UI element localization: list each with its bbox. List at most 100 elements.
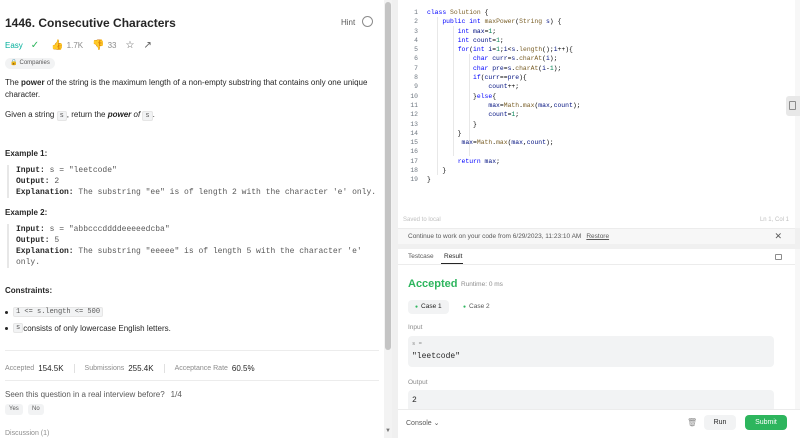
problem-meta: Easy ✓ 👍 1.7K 👎 33 ☆ ↗ xyxy=(5,39,155,51)
explanation-label: Explanation: xyxy=(16,247,74,256)
desc-text: The xyxy=(5,78,22,87)
restore-message: Continue to work on your code from 6/29/… xyxy=(408,233,609,240)
companies-tag[interactable]: 🔒 Companies xyxy=(5,58,55,69)
example-2-box: Input: s = "abbcccddddeeeeedcba" Output:… xyxy=(7,224,384,268)
restore-text: Continue to work on your code from 6/29/… xyxy=(408,233,582,240)
tab-result[interactable]: Result xyxy=(444,253,462,260)
line-number: 6 xyxy=(414,55,418,63)
example-output: 5 xyxy=(54,236,60,245)
console-toggle[interactable]: Console ⌄ xyxy=(406,419,440,427)
submissions-value: 255.4K xyxy=(128,364,154,373)
description-paragraph-1: The power of the string is the maximum l… xyxy=(5,77,377,101)
check-circle-icon: ✓ xyxy=(30,39,40,51)
interview-fraction: 1/4 xyxy=(170,390,182,399)
line-numbers: 1 2 3 4 5 6 7 8 9 10 11 12 13 14 15 16 17 18 19 xyxy=(398,8,418,185)
difficulty-badge: Easy xyxy=(5,40,23,50)
example-1-box: Input: s = "leetcode" Output: 2 Explanat… xyxy=(7,165,376,198)
cursor-position: Ln 1, Col 1 xyxy=(759,217,789,223)
lock-icon: 🔒 xyxy=(10,60,18,66)
line-number: 5 xyxy=(414,46,418,54)
line-number: 7 xyxy=(414,64,418,72)
expand-icon[interactable] xyxy=(775,254,782,260)
code-content[interactable]: class Solution { public int maxPower(Str… xyxy=(427,8,581,185)
example-1-title: Example 1: xyxy=(5,149,48,158)
run-button[interactable]: Run xyxy=(704,415,736,430)
chevron-down-icon: ⌄ xyxy=(433,420,440,427)
desc-italic: of xyxy=(131,110,143,119)
accepted-label: Accepted xyxy=(5,365,35,372)
problem-title: 1446. Consecutive Characters xyxy=(5,16,176,30)
line-number: 13 xyxy=(410,120,418,128)
desc-text: Given a string xyxy=(5,110,57,119)
discussion-header[interactable]: Discussion (1) xyxy=(5,430,49,437)
trash-icon[interactable]: 🗑 xyxy=(687,418,697,427)
tab-testcase[interactable]: Testcase xyxy=(408,253,434,260)
example-explanation: The substring "ee" is of length 2 with t… xyxy=(78,188,377,197)
thumbs-down-icon[interactable]: 👎 xyxy=(92,40,104,51)
stats-separator xyxy=(73,364,75,373)
rate-label: Acceptance Rate xyxy=(174,365,228,372)
rate-value: 60.5% xyxy=(231,364,255,373)
bullet-dot xyxy=(5,326,8,330)
active-tab-underline xyxy=(441,263,463,264)
saved-status: Saved to local xyxy=(403,217,441,223)
constraint-code: 1 <= s.length <= 500 xyxy=(13,307,104,317)
constraint-item: s consists of only lowercase English let… xyxy=(5,323,171,333)
yes-button[interactable]: Yes xyxy=(5,404,23,415)
example-2-title: Example 2: xyxy=(5,208,48,217)
restore-link[interactable]: Restore xyxy=(586,233,609,240)
line-number: 14 xyxy=(410,129,418,137)
pass-dot-icon: ● xyxy=(415,304,419,310)
inline-code: s xyxy=(56,111,67,121)
example-input: s = "abbcccddddeeeeedcba" xyxy=(49,225,170,234)
line-number: 16 xyxy=(410,148,418,156)
description-paragraph-2: Given a string s, return the power of s. xyxy=(5,109,377,122)
hint-button[interactable]: Hint xyxy=(341,18,355,27)
output-label: Output xyxy=(408,379,428,386)
case-2-tab[interactable]: ● Case 2 xyxy=(456,300,497,314)
input-box: s = "leetcode" xyxy=(408,336,774,367)
submissions-label: Submissions xyxy=(84,365,125,372)
line-number: 17 xyxy=(410,157,418,165)
output-value: 2 xyxy=(412,396,417,405)
constraints-title: Constraints: xyxy=(5,286,53,295)
input-label: Input xyxy=(408,324,423,331)
info-icon[interactable] xyxy=(362,16,373,27)
pass-dot-icon: ● xyxy=(463,304,467,310)
close-icon[interactable]: ✕ xyxy=(774,231,782,242)
drag-handle-icon[interactable] xyxy=(591,246,601,248)
line-number: 3 xyxy=(414,27,418,35)
line-number: 4 xyxy=(414,36,418,44)
share-icon[interactable]: ↗ xyxy=(143,40,151,51)
no-button[interactable]: No xyxy=(28,404,44,415)
scroll-down-icon[interactable]: ▼ xyxy=(385,428,391,434)
output-label: Output: xyxy=(16,177,50,186)
divider xyxy=(5,350,379,351)
notes-tab[interactable] xyxy=(786,96,800,116)
description-scrollbar[interactable]: ▼ xyxy=(384,0,392,438)
result-status: Accepted xyxy=(408,278,458,290)
dislikes-count: 33 xyxy=(107,40,117,50)
accepted-value: 154.5K xyxy=(38,364,64,373)
line-number: 19 xyxy=(410,176,418,184)
code-editor[interactable]: 1 2 3 4 5 6 7 8 9 10 11 12 13 14 15 16 17 18 19 class Solu… xyxy=(398,0,795,228)
line-number: 12 xyxy=(410,111,418,119)
example-output: 2 xyxy=(54,177,60,186)
interview-question: Seen this question in a real interview b… xyxy=(5,390,182,399)
input-label: Input: xyxy=(16,166,45,175)
line-number: 8 xyxy=(414,74,418,82)
result-tabs: Testcase Result xyxy=(398,249,795,265)
action-bar: Console ⌄ 🗑 Run Submit xyxy=(398,409,800,438)
restore-banner: Continue to work on your code from 6/29/… xyxy=(398,228,795,244)
thumbs-up-icon[interactable]: 👍 xyxy=(51,40,63,51)
inline-code: s xyxy=(142,111,153,121)
line-number: 15 xyxy=(410,139,418,147)
star-icon[interactable]: ☆ xyxy=(125,40,134,51)
submit-button[interactable]: Submit xyxy=(745,415,787,430)
line-number: 11 xyxy=(410,101,418,109)
result-scrollbar[interactable] xyxy=(795,249,800,409)
case-1-tab[interactable]: ● Case 1 xyxy=(408,300,449,314)
scrollbar-thumb[interactable] xyxy=(385,2,391,350)
desc-text: . xyxy=(152,110,155,119)
likes-count: 1.7K xyxy=(66,40,84,50)
